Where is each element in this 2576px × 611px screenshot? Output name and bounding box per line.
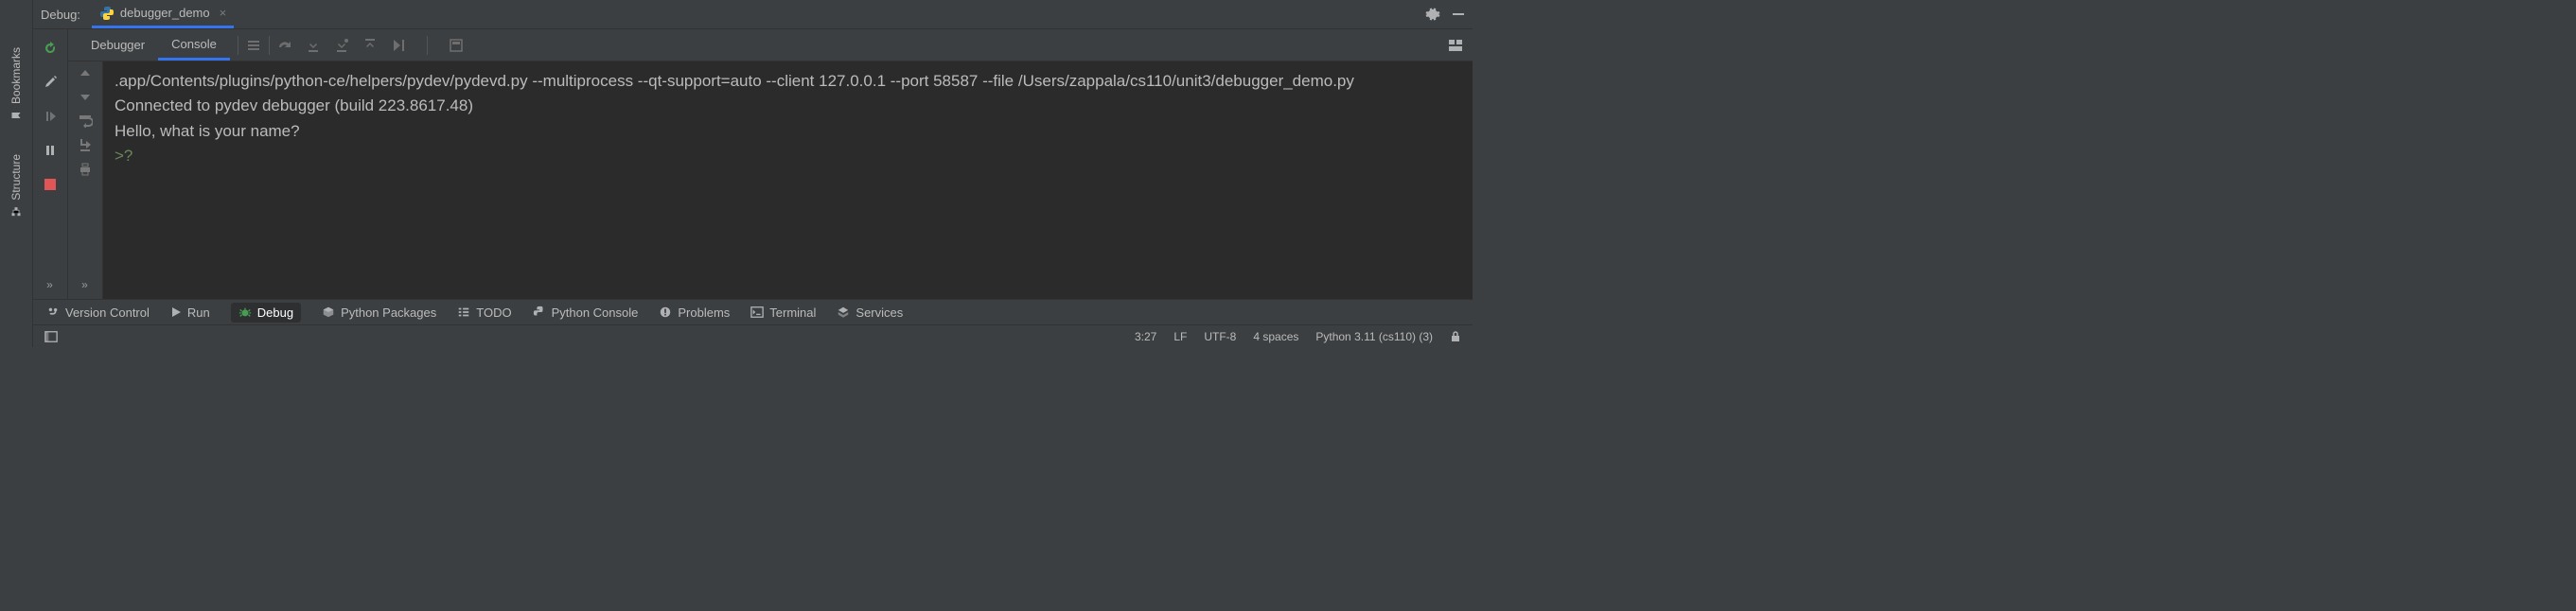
interpreter[interactable]: Python 3.11 (cs110) (3) [1315,330,1433,343]
terminal-label: Terminal [769,306,816,320]
step-over-icon[interactable] [277,38,292,53]
resume-button[interactable] [39,105,62,128]
play-icon [170,306,182,318]
run-config-tab[interactable]: debugger_demo × [92,0,234,28]
terminal-icon [750,306,764,319]
todo-tool[interactable]: TODO [457,306,511,320]
bottom-tool-bar: Version Control Run Debug Python Package… [33,299,1473,324]
structure-label: Structure [9,154,23,201]
soft-wrap-icon[interactable] [78,113,93,128]
console-output[interactable]: .app/Contents/plugins/python-ce/helpers/… [103,61,1473,299]
separator [269,36,270,55]
main-area: Debug: debugger_demo × » Debugger Consol… [33,0,1473,347]
pause-button[interactable] [39,139,62,162]
pyconsole-label: Python Console [552,306,639,320]
python-console-tool[interactable]: Python Console [533,306,639,320]
left-tool-rail: Bookmarks Structure [0,0,33,347]
python-console-icon [533,306,546,319]
console-line: .app/Contents/plugins/python-ce/helpers/… [115,69,1461,94]
tool-windows-icon[interactable] [44,330,58,343]
lock-icon[interactable] [1450,331,1461,342]
console-line: Hello, what is your name? [115,119,1461,144]
indent-setting[interactable]: 4 spaces [1253,330,1298,343]
bug-icon [238,306,252,319]
debug-content: » Debugger Console [33,29,1473,299]
step-into-icon[interactable] [306,38,321,53]
stop-button[interactable] [39,173,62,196]
debug-title: Debug: [41,8,80,22]
layout-settings-icon[interactable] [1448,38,1463,53]
step-out-icon[interactable] [362,38,378,53]
branch-icon [46,306,60,319]
tab-debugger[interactable]: Debugger [78,29,158,61]
scroll-to-end-icon[interactable] [78,137,93,152]
bookmarks-tool[interactable]: Bookmarks [9,47,23,121]
debug-tool[interactable]: Debug [231,303,301,323]
debug-panel: Debugger Console [68,29,1473,299]
separator [427,36,428,55]
debug-label: Debug [257,306,293,320]
todo-label: TODO [476,306,511,320]
python-packages-tool[interactable]: Python Packages [322,306,436,320]
more-controls[interactable]: » [46,278,54,299]
bookmarks-label: Bookmarks [9,47,23,104]
tab-label: debugger_demo [120,6,210,20]
bookmark-icon [10,110,22,121]
run-label: Run [187,306,210,320]
threads-icon[interactable] [246,38,261,53]
version-control-tool[interactable]: Version Control [46,306,150,320]
file-encoding[interactable]: UTF-8 [1204,330,1236,343]
services-tool[interactable]: Services [837,306,903,320]
python-icon [99,6,115,21]
debug-tool-header: Debug: debugger_demo × [33,0,1473,29]
cursor-position[interactable]: 3:27 [1135,330,1156,343]
run-tool[interactable]: Run [170,306,210,320]
console-line: Connected to pydev debugger (build 223.8… [115,94,1461,118]
step-into-my-code-icon[interactable] [334,38,349,53]
rerun-button[interactable] [39,37,62,60]
modify-run-button[interactable] [39,71,62,94]
structure-tool[interactable]: Structure [9,154,23,218]
problems-tool[interactable]: Problems [659,306,730,320]
panel-tab-bar: Debugger Console [68,29,1473,61]
tab-console[interactable]: Console [158,29,230,61]
packages-icon [322,306,335,319]
close-tab-icon[interactable]: × [220,6,227,20]
step-toolbar [277,36,464,55]
more-console-actions[interactable]: » [81,278,89,299]
scroll-up-icon[interactable] [79,67,92,80]
status-bar: 3:27 LF UTF-8 4 spaces Python 3.11 (cs11… [33,324,1473,347]
console-wrap: » .app/Contents/plugins/python-ce/helper… [68,61,1473,299]
minimize-icon[interactable] [1452,7,1465,22]
services-label: Services [856,306,903,320]
services-icon [837,306,850,319]
run-to-cursor-icon[interactable] [391,38,406,53]
evaluate-icon[interactable] [449,38,464,53]
problems-label: Problems [678,306,730,320]
console-side-toolbar: » [68,61,103,299]
console-prompt[interactable]: >? [115,144,1461,168]
gear-icon[interactable] [1425,7,1440,22]
vc-label: Version Control [65,306,150,320]
packages-label: Python Packages [341,306,436,320]
line-separator[interactable]: LF [1173,330,1187,343]
print-icon[interactable] [78,162,93,177]
structure-icon [10,206,22,218]
scroll-down-icon[interactable] [79,90,92,103]
todo-icon [457,306,470,319]
debug-controls-column: » [33,29,68,299]
terminal-tool[interactable]: Terminal [750,306,816,320]
problems-icon [659,306,672,319]
